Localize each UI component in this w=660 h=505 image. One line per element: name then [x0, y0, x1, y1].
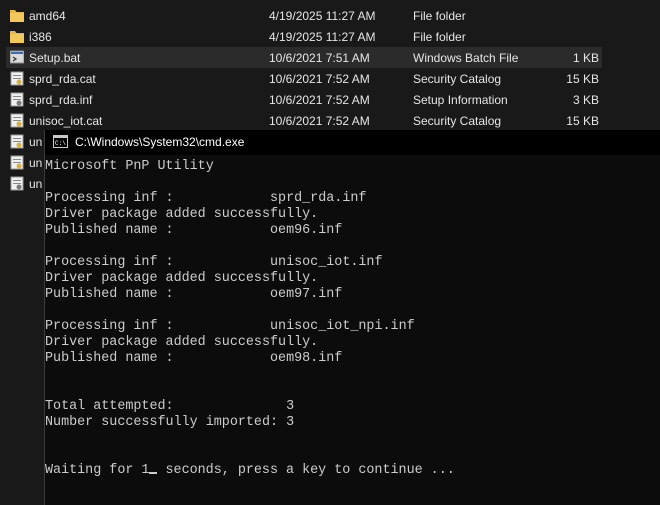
- file-row[interactable]: un: [6, 173, 44, 194]
- file-date: 10/6/2021 7:52 AM: [269, 72, 370, 86]
- file-size: 15 KB: [566, 72, 599, 86]
- svg-text:C:\: C:\: [55, 140, 66, 147]
- file-name: sprd_rda.cat: [29, 72, 96, 86]
- file-type: Windows Batch File: [413, 51, 519, 65]
- security-catalog-icon: [10, 134, 24, 149]
- console-line-tail: seconds, press a key to continue ...: [157, 463, 455, 478]
- file-row[interactable]: unisoc_iot.cat 10/6/2021 7:52 AM Securit…: [6, 110, 602, 131]
- file-name: Setup.bat: [29, 51, 81, 65]
- file-date: 10/6/2021 7:51 AM: [269, 51, 370, 65]
- console-line: Processing inf : unisoc_iot.inf: [45, 255, 383, 270]
- file-row[interactable]: sprd_rda.cat 10/6/2021 7:52 AM Security …: [6, 68, 602, 89]
- file-type: Security Catalog: [413, 72, 502, 86]
- cmd-title: C:\Windows\System32\cmd.exe: [75, 135, 245, 149]
- file-row[interactable]: un: [6, 131, 44, 152]
- console-line: Published name : oem97.inf: [45, 287, 343, 302]
- file-type: Security Catalog: [413, 114, 502, 128]
- file-size: 3 KB: [572, 93, 599, 107]
- folder-icon: [10, 8, 24, 23]
- file-row[interactable]: Setup.bat 10/6/2021 7:51 AM Windows Batc…: [6, 47, 602, 68]
- console-line: Published name : oem98.inf: [45, 351, 343, 366]
- text-cursor: [149, 472, 158, 474]
- file-row[interactable]: sprd_rda.inf 10/6/2021 7:52 AM Setup Inf…: [6, 89, 602, 110]
- console-line: Published name : oem96.inf: [45, 223, 343, 238]
- file-name: un: [29, 156, 43, 170]
- console-output[interactable]: Microsoft PnP Utility Processing inf : s…: [45, 159, 657, 479]
- file-name: un: [29, 177, 43, 191]
- security-catalog-icon: [10, 155, 24, 170]
- file-type: File folder: [413, 30, 466, 44]
- setup-information-icon: [10, 92, 24, 107]
- file-type: File folder: [413, 9, 466, 23]
- file-type: Setup Information: [413, 93, 508, 107]
- cmd-titlebar[interactable]: C:\ C:\Windows\System32\cmd.exe: [45, 130, 660, 155]
- file-name: unisoc_iot.cat: [29, 114, 103, 128]
- file-row[interactable]: amd64 4/19/2025 11:27 AM File folder: [6, 5, 602, 26]
- console-line: Driver package added successfully.: [45, 335, 319, 350]
- file-name: un: [29, 135, 43, 149]
- file-size: 15 KB: [566, 114, 599, 128]
- console-line: Processing inf : unisoc_iot_npi.inf: [45, 319, 415, 334]
- file-date: 4/19/2025 11:27 AM: [269, 9, 376, 23]
- security-catalog-icon: [10, 113, 24, 128]
- file-name: sprd_rda.inf: [29, 93, 93, 107]
- file-date: 10/6/2021 7:52 AM: [269, 114, 370, 128]
- cmd-window[interactable]: C:\ C:\Windows\System32\cmd.exe Microsof…: [44, 130, 660, 505]
- console-line: Driver package added successfully.: [45, 207, 319, 222]
- file-name: i386: [29, 30, 52, 44]
- file-row[interactable]: i386 4/19/2025 11:27 AM File folder: [6, 26, 602, 47]
- file-name: amd64: [29, 9, 66, 23]
- console-line: Total attempted: 3: [45, 399, 295, 414]
- file-row[interactable]: un: [6, 152, 44, 173]
- cmd-icon: C:\: [53, 135, 68, 148]
- file-date: 10/6/2021 7:52 AM: [269, 93, 370, 107]
- console-line: Waiting for 1: [45, 463, 150, 478]
- folder-icon: [10, 29, 24, 44]
- console-line: Number successfully imported: 3: [45, 415, 295, 430]
- console-prompt-line: Waiting for 1 seconds, press a key to co…: [45, 463, 657, 479]
- console-line: Microsoft PnP Utility: [45, 159, 214, 174]
- console-line: Driver package added successfully.: [45, 271, 319, 286]
- setup-information-icon: [10, 176, 24, 191]
- console-line: Processing inf : sprd_rda.inf: [45, 191, 367, 206]
- file-date: 4/19/2025 11:27 AM: [269, 30, 376, 44]
- batch-file-icon: [9, 50, 25, 65]
- file-size: 1 KB: [572, 51, 599, 65]
- security-catalog-icon: [10, 71, 24, 86]
